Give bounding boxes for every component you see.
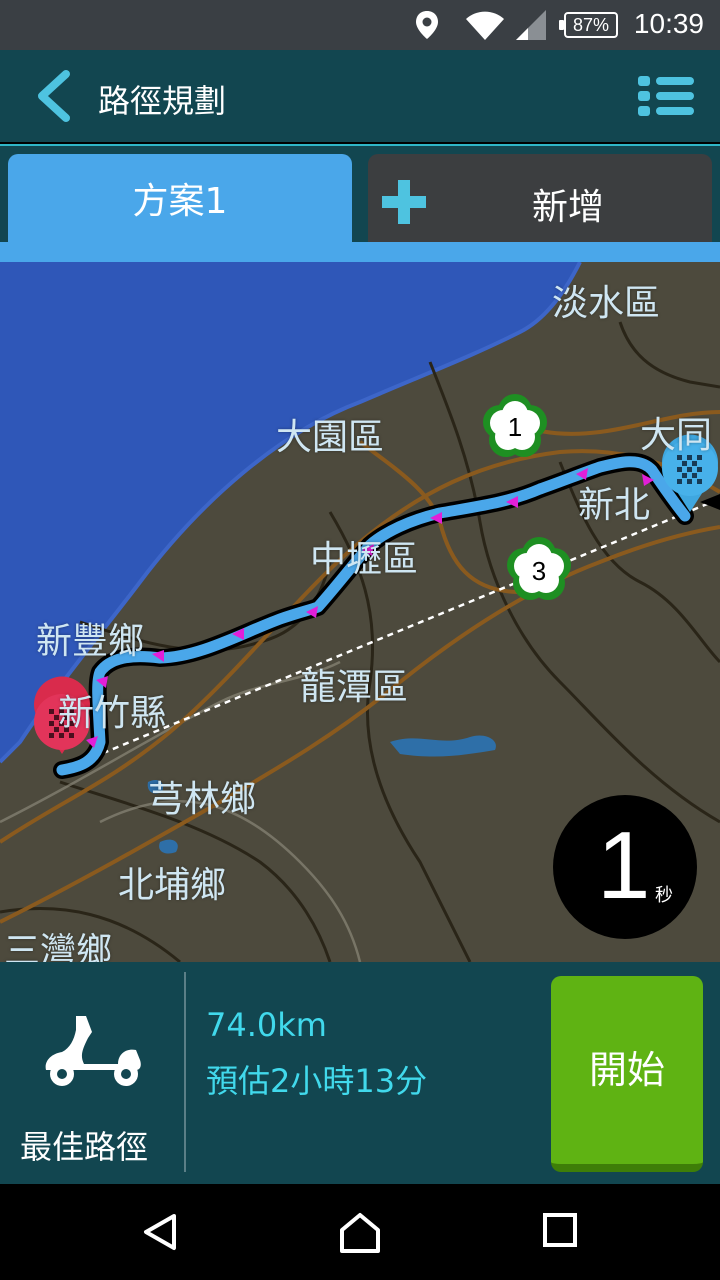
scooter-icon[interactable] <box>40 1012 144 1088</box>
status-bar: 87% 10:39 <box>0 0 720 50</box>
nav-back-icon[interactable] <box>140 1212 180 1252</box>
place-label: 大同 <box>640 415 713 456</box>
route-distance: 74.0km <box>206 1006 327 1044</box>
nav-recents-icon[interactable] <box>542 1212 578 1248</box>
place-label: 大園區 <box>276 417 385 458</box>
place-label: 龍潭區 <box>300 667 409 708</box>
battery-icon: 87% <box>559 12 618 38</box>
page-title: 路徑規劃 <box>98 82 227 120</box>
tab-plan-1[interactable]: 方案1 <box>8 154 352 242</box>
lake <box>390 735 496 757</box>
plan-tabs: 方案1 新增 <box>0 146 720 242</box>
waypoint-3-label: 3 <box>532 556 546 586</box>
place-label: 芎林鄉 <box>148 779 257 820</box>
place-label: 三灣鄉 <box>4 931 113 962</box>
place-label: 新豐鄉 <box>36 621 145 662</box>
countdown-value: 1 <box>597 812 651 919</box>
waypoint-1-label: 1 <box>508 412 522 442</box>
route-eta: 預估2小時13分 <box>206 1062 428 1100</box>
location-icon <box>416 11 438 39</box>
app-bar: 路徑規劃 <box>0 50 720 148</box>
tab-add-label: 新增 <box>531 187 604 228</box>
countdown-timer: 1 秒 <box>553 795 697 939</box>
clock: 10:39 <box>633 8 704 39</box>
place-label: 北埔鄉 <box>118 865 227 906</box>
panel-divider <box>184 972 186 1172</box>
place-label: 淡水區 <box>552 283 661 324</box>
back-icon[interactable] <box>30 68 80 124</box>
route-type-label[interactable]: 最佳路徑 <box>20 1122 148 1168</box>
signal-icon <box>516 10 546 40</box>
countdown-unit: 秒 <box>655 885 673 906</box>
list-menu-icon[interactable] <box>638 74 694 118</box>
system-nav-bar <box>0 1184 720 1280</box>
wifi-icon <box>466 11 504 40</box>
nav-home-icon[interactable] <box>338 1212 382 1254</box>
tab-underline <box>0 242 720 262</box>
place-label: 新竹縣 <box>58 693 167 734</box>
place-label: 新北 <box>578 485 651 526</box>
route-map[interactable]: 1 3 淡水區 大園區 大同 新北 中壢區 新豐鄉 新竹縣 龍潭區 芎林鄉 北埔… <box>0 262 720 962</box>
tab-add-plan[interactable]: 新增 <box>368 154 712 242</box>
start-button[interactable]: 開始 <box>551 976 703 1172</box>
place-label: 中壢區 <box>310 539 419 580</box>
